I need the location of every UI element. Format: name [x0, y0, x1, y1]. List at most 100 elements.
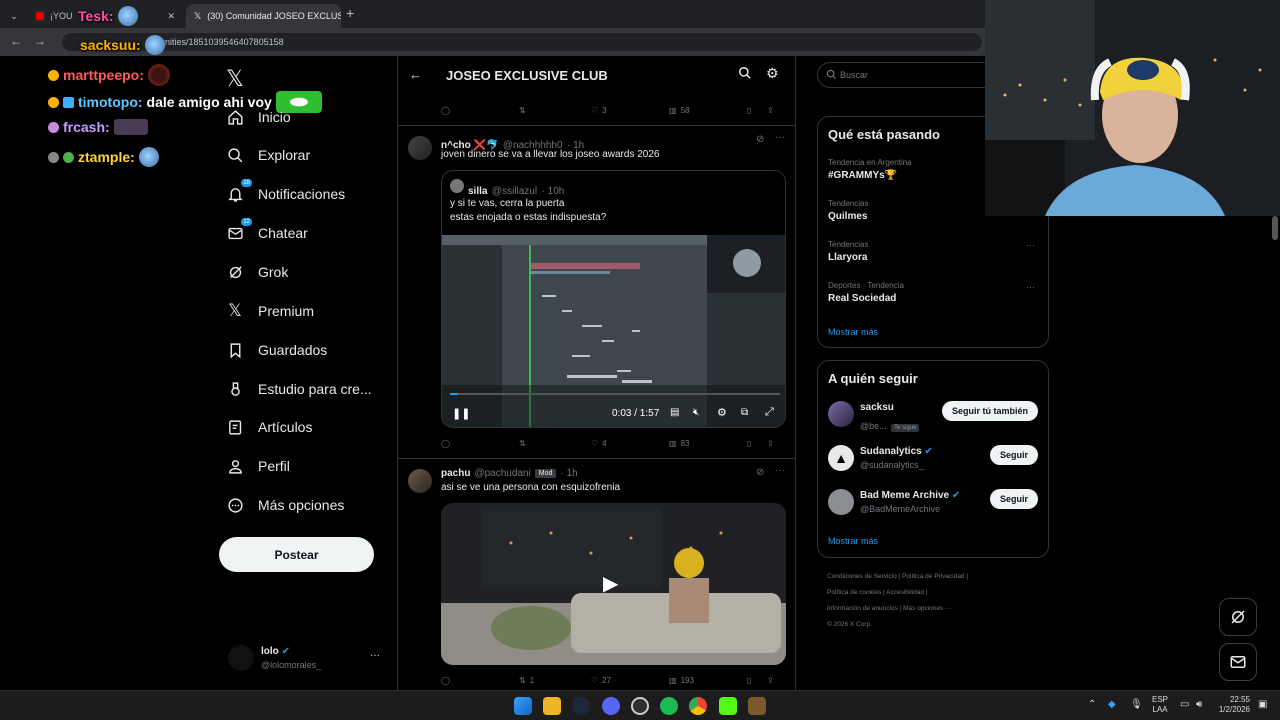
video-player[interactable]: ❚❚ 0:03 / 1:57 ▤ 🔇︎ ⚙ ⧉ ⤢ — [442, 235, 785, 427]
views-button[interactable]: ▥ 58 — [669, 106, 747, 115]
kick-icon[interactable] — [719, 697, 737, 715]
more-icon[interactable]: ··· — [775, 132, 785, 143]
grok-float-button[interactable] — [1219, 598, 1257, 636]
footer-link[interactable]: Política de Privacidad — [902, 573, 965, 580]
tweet[interactable]: pachu @pachudani Mod · 1h ⊘ ··· asi se v… — [398, 459, 795, 690]
footer-link[interactable]: Condiciones de Servicio — [827, 573, 897, 580]
nav-item-explorar[interactable]: Explorar — [226, 140, 310, 170]
new-tab-button[interactable]: + — [346, 5, 354, 21]
trends-show-more[interactable]: Mostrar más — [828, 327, 878, 337]
follow-suggestion[interactable]: sacksu @be... Te sigue Seguir tú también — [818, 399, 1048, 433]
back-arrow-icon[interactable]: ← — [409, 67, 422, 82]
follow-button[interactable]: Seguir — [989, 489, 1038, 509]
back-arrow-icon[interactable]: ← — [10, 34, 22, 48]
retweet-icon[interactable]: ⇅ — [519, 439, 591, 448]
more-icon[interactable]: ··· — [1026, 282, 1035, 292]
reply-icon[interactable]: ◯ — [441, 676, 519, 685]
follow-suggestion[interactable]: Bad Meme Archive ✔ @BadMemeArchive Segui… — [818, 487, 1048, 521]
share-icon[interactable]: ⇪ — [767, 676, 774, 685]
forward-arrow-icon[interactable]: → — [34, 34, 46, 48]
tray-mic-icon[interactable]: 🎙︎ — [1130, 699, 1143, 710]
mute-icon[interactable]: 🔇︎ — [693, 407, 699, 418]
reply-icon[interactable]: ◯ — [441, 106, 519, 115]
share-icon[interactable]: ⇪ — [767, 106, 774, 115]
settings-gear-icon[interactable]: ⚙ — [717, 406, 727, 419]
nav-item-grok[interactable]: Grok — [226, 257, 288, 287]
nav-item-chatear[interactable]: 12 Chatear — [226, 218, 308, 248]
steam-icon[interactable] — [572, 697, 590, 715]
footer-link[interactable]: Política de cookies — [827, 589, 881, 596]
clock[interactable]: 22:55 1/2/2026 — [1214, 695, 1250, 715]
tweet[interactable]: n^cho ❌🐬 @nachhhhh0 · 1h ⊘ ··· joven din… — [398, 126, 795, 459]
nav-item-mas-opciones[interactable]: Más opciones — [226, 490, 344, 520]
url-field[interactable]: unities/1851039546407805158 — [62, 33, 982, 51]
footer-link[interactable]: Información de anuncios — [827, 605, 898, 612]
follow-back-button[interactable]: Seguir tú también — [941, 401, 1038, 421]
browser-tab-x[interactable]: 𝕏 (30) Comunidad JOSEO EXCLUS ✕ — [186, 4, 341, 28]
quote-time: · 10h — [541, 186, 565, 197]
grok-analyze-icon[interactable]: ⊘ — [756, 134, 764, 145]
like-button[interactable]: ♡ 27 — [591, 676, 669, 685]
tweet-author[interactable]: pachu — [441, 468, 470, 479]
quoted-tweet[interactable]: silla @ssillazul · 10h y si te vas, cerr… — [441, 170, 786, 428]
account-more-button[interactable]: ··· — [370, 650, 380, 661]
views-button[interactable]: ▥ 193 — [669, 676, 747, 685]
tab-list-button[interactable]: ⌄ — [4, 4, 24, 28]
nav-item-perfil[interactable]: Perfil — [226, 451, 290, 481]
windows-start-icon[interactable] — [514, 697, 532, 715]
nav-item-guardados[interactable]: Guardados — [226, 335, 327, 365]
nav-item-estudio[interactable]: Estudio para cre... — [226, 374, 372, 404]
reply-icon[interactable]: ◯ — [441, 439, 519, 448]
account-switcher[interactable]: lolo ✔ @lolomorales_ ··· — [228, 642, 388, 674]
spotify-icon[interactable] — [660, 697, 678, 715]
follow-suggestion[interactable]: ▲ Sudanalytics ✔ @sudanalytics_ Seguir — [818, 443, 1048, 477]
chrome-icon[interactable] — [689, 697, 707, 715]
network-icon[interactable]: ▭ — [1180, 699, 1189, 710]
pip-icon[interactable]: ⧉ — [741, 407, 748, 418]
grok-analyze-icon[interactable]: ⊘ — [756, 467, 764, 478]
fullscreen-icon[interactable]: ⤢ — [765, 406, 774, 419]
video-thumbnail[interactable]: ▶ — [441, 503, 786, 665]
search-icon[interactable] — [738, 66, 752, 80]
nav-item-notificaciones[interactable]: 18 Notificaciones — [226, 179, 345, 209]
footer-link[interactable]: Más opciones ··· — [903, 605, 951, 612]
retweet-icon[interactable]: ⇅ — [519, 106, 591, 115]
like-button[interactable]: ♡ 4 — [591, 439, 669, 448]
tweet-handle[interactable]: @pachudani — [474, 468, 530, 479]
trend-item[interactable]: Deportes · Tendencia Real Sociedad — [828, 281, 1038, 304]
nav-item-inicio[interactable]: Inicio — [226, 102, 291, 132]
post-button[interactable]: Postear — [219, 537, 374, 572]
footer-link[interactable]: Accesibilidad — [886, 589, 924, 596]
settings-gear-icon[interactable]: ⚙ — [766, 65, 779, 82]
close-icon[interactable]: ✕ — [167, 11, 175, 22]
follow-button[interactable]: Seguir — [989, 445, 1038, 465]
notifications-icon[interactable]: ▣ — [1258, 699, 1267, 710]
tray-chevron-icon[interactable]: ⌃ — [1088, 699, 1096, 710]
share-icon[interactable]: ⇪ — [767, 439, 774, 448]
bookmark-icon[interactable]: ▯ — [747, 439, 767, 448]
follow-show-more[interactable]: Mostrar más — [828, 536, 878, 546]
volume-icon[interactable]: 🔊︎ — [1196, 699, 1202, 710]
views-button[interactable]: ▥ 83 — [669, 439, 747, 448]
pause-icon[interactable]: ❚❚ — [452, 407, 470, 420]
scrollbar[interactable] — [1272, 216, 1278, 240]
tray-app-icon[interactable]: ◆ — [1108, 699, 1116, 710]
discord-icon[interactable] — [602, 697, 620, 715]
obs-icon[interactable] — [631, 697, 649, 715]
like-button[interactable]: ♡ 3 — [591, 106, 669, 115]
more-icon[interactable]: ··· — [1026, 240, 1035, 250]
captions-icon[interactable]: ▤ — [670, 407, 679, 418]
more-icon[interactable]: ··· — [775, 465, 785, 476]
bookmark-icon[interactable]: ▯ — [747, 106, 767, 115]
retweet-button[interactable]: ⇅ 1 — [519, 676, 591, 685]
language-indicator[interactable]: ESP LAA — [1152, 695, 1168, 715]
trend-item[interactable]: Tendencias Llaryora — [828, 240, 1038, 263]
minecraft-icon[interactable] — [748, 697, 766, 715]
x-logo-icon[interactable]: 𝕏 — [226, 66, 244, 92]
nav-item-premium[interactable]: 𝕏 Premium — [226, 296, 314, 326]
play-icon[interactable]: ▶ — [603, 571, 618, 596]
file-explorer-icon[interactable] — [543, 697, 561, 715]
nav-item-articulos[interactable]: Artículos — [226, 412, 312, 442]
bookmark-icon[interactable]: ▯ — [747, 676, 767, 685]
messages-float-button[interactable] — [1219, 643, 1257, 681]
